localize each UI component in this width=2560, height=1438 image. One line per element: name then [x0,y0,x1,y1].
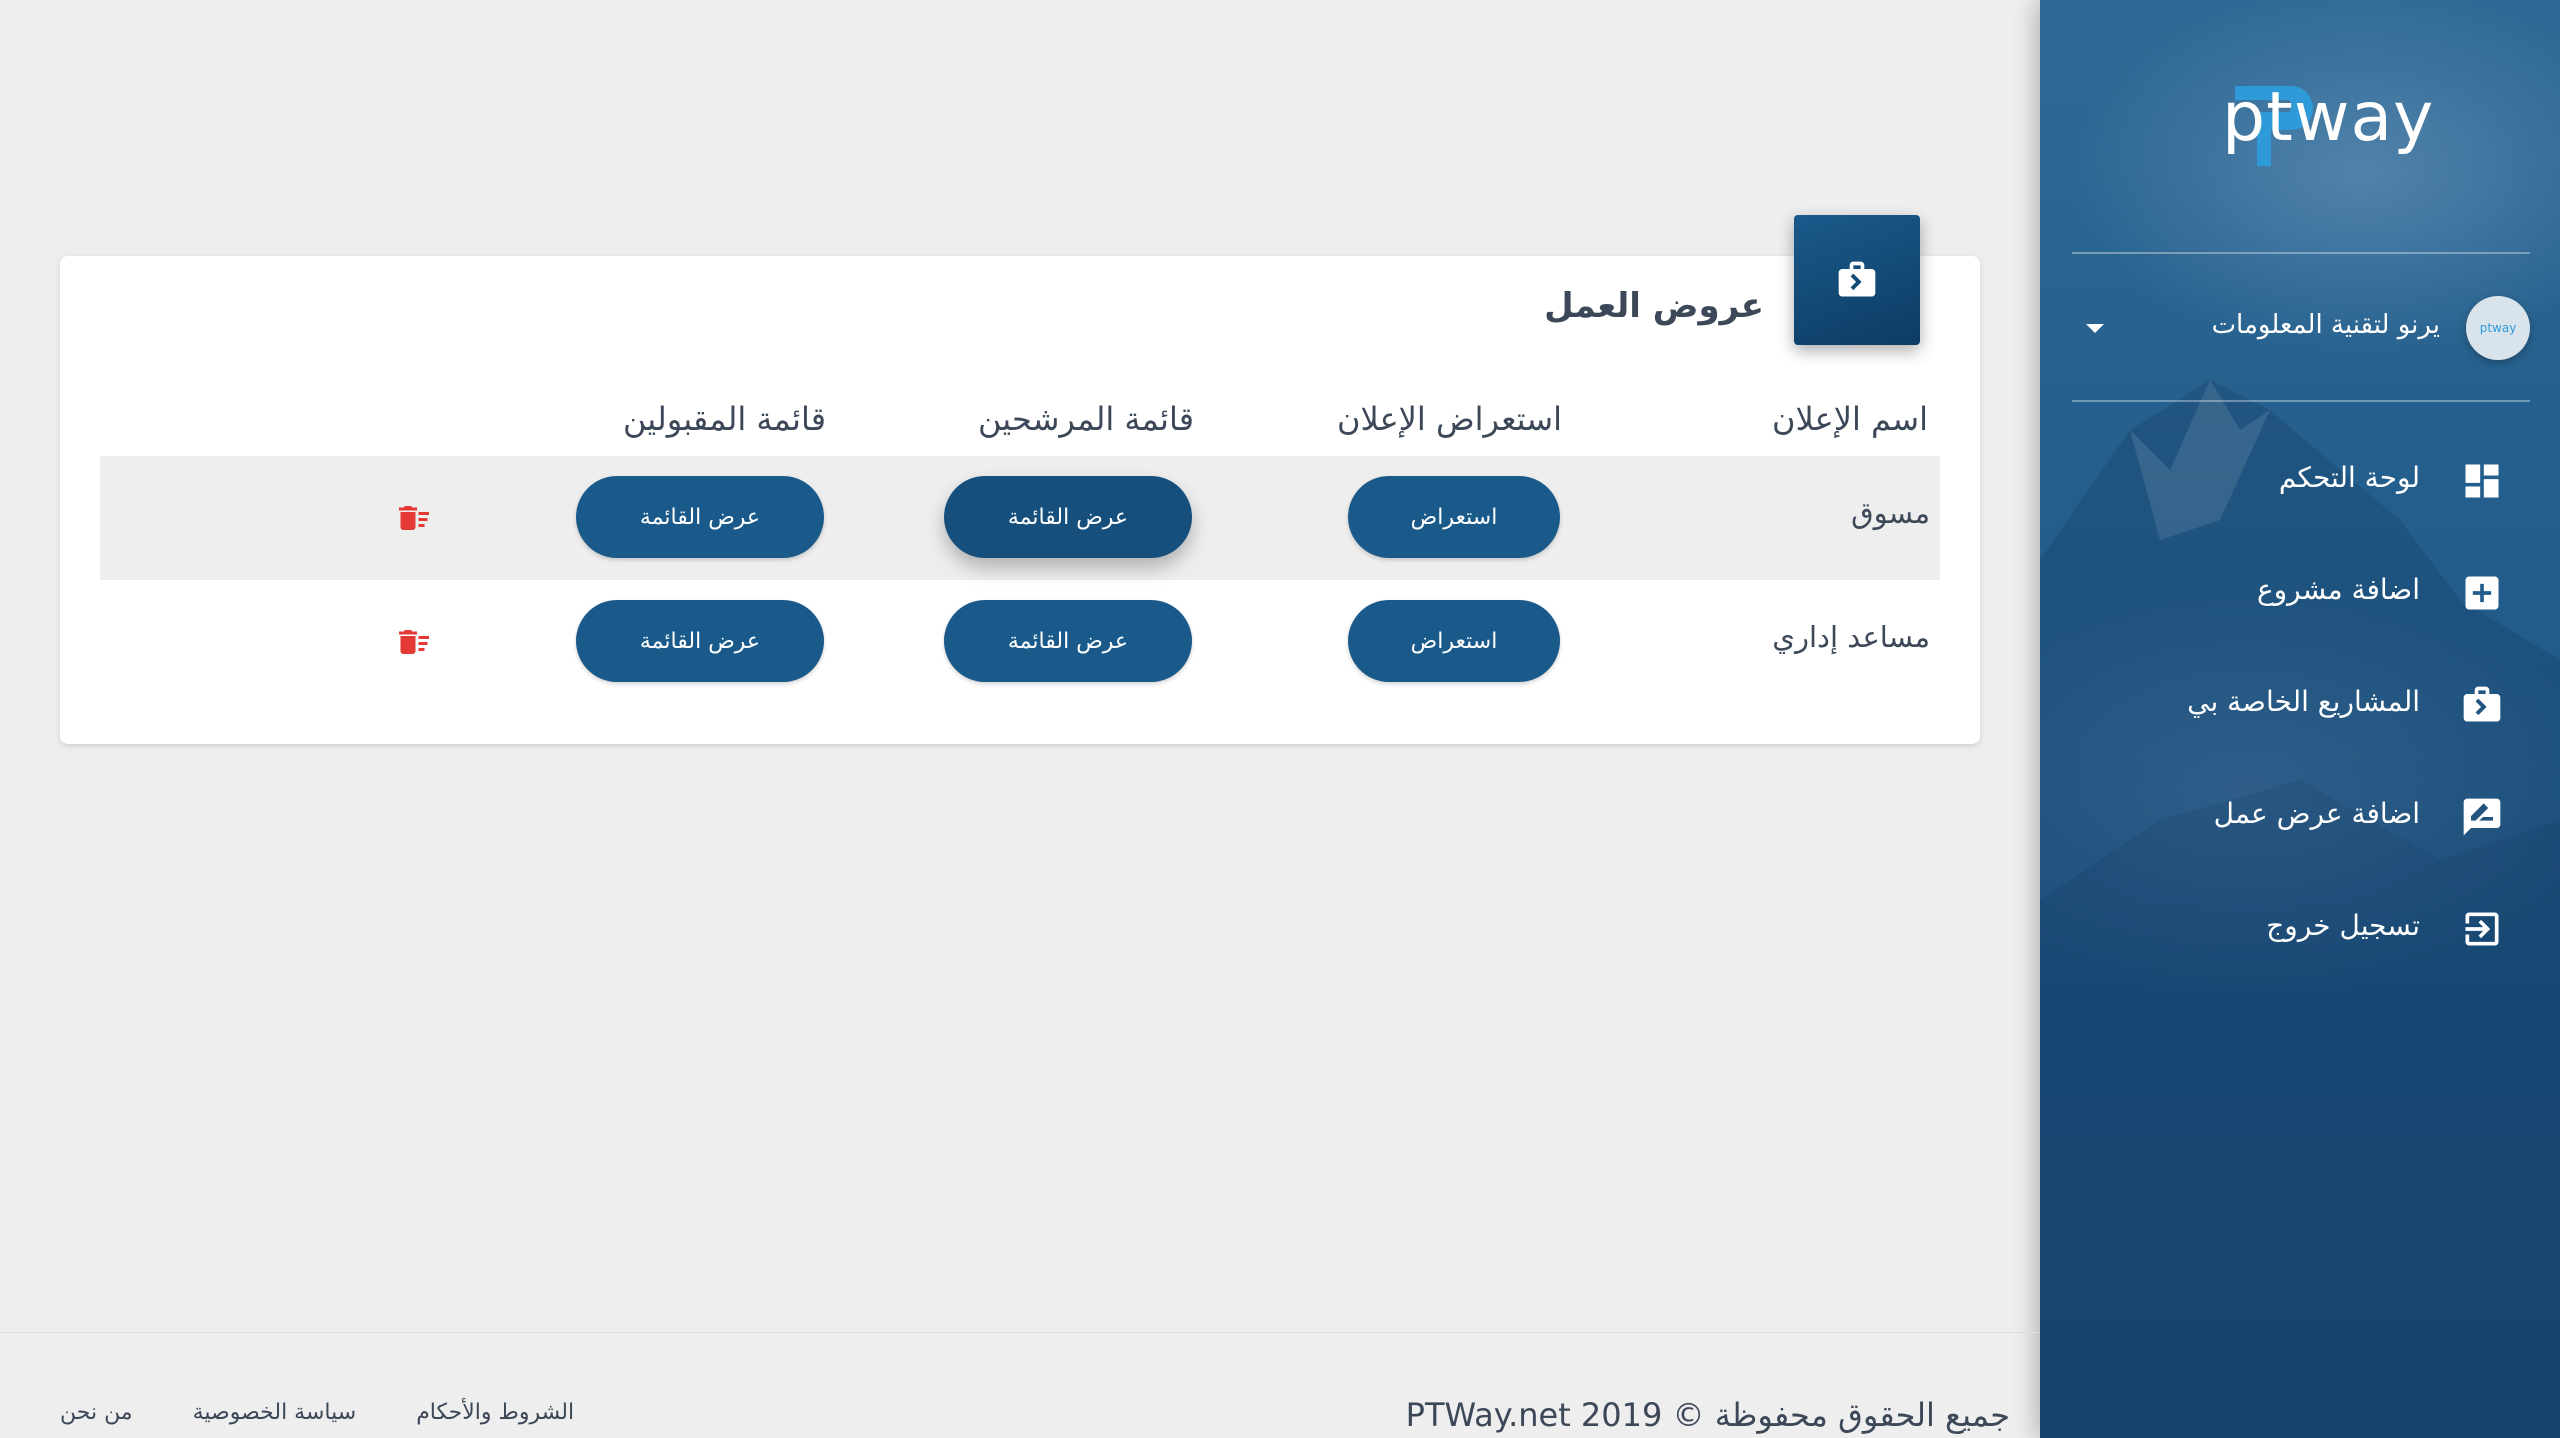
table-row: مسوق استعراض عرض القائمة عرض القائمة [100,456,1940,580]
accepted-list-button[interactable]: عرض القائمة [576,476,824,558]
candidates-list-button[interactable]: عرض القائمة [944,600,1192,682]
sidebar-item-label: اضافة مشروع [2256,573,2420,606]
footer-divider [0,1332,2040,1333]
caret-down-icon[interactable] [2086,324,2104,333]
footer-link-about[interactable]: من نحن [60,1400,133,1425]
sidebar: ptway ptway يرنو لتقنية المعلومات لوحة ا… [2040,0,2560,1438]
job-title: مسوق [1851,496,1930,530]
footer-link-privacy[interactable]: سياسة الخصوصية [193,1400,357,1425]
edit-note-icon [2463,798,2501,836]
delete-sweep-icon[interactable] [396,500,432,536]
sidebar-item-dashboard[interactable]: لوحة التحكم [2040,445,2560,557]
table-row: مساعد إداري استعراض عرض القائمة عرض القا… [100,580,1940,704]
column-header-accepted: قائمة المقبولين [622,400,826,438]
footer-links: من نحن سياسة الخصوصية الشروط والأحكام [60,1400,574,1425]
sidebar-item-label: تسجيل خروج [2266,909,2420,942]
sidebar-divider [2072,400,2530,402]
sidebar-item-label: المشاريع الخاصة بي [2187,685,2420,718]
sidebar-nav: لوحة التحكم اضافة مشروع المشاريع الخاصة … [2040,445,2560,1005]
brand-name: ptway [2222,78,2435,157]
add-box-icon [2465,576,2499,610]
column-header-name: اسم الإعلان [1772,400,1928,438]
avatar-text: ptway [2479,321,2517,335]
logout-icon [2465,912,2499,946]
card-title: عروض العمل [1544,286,1764,326]
copyright-text: جميع الحقوق محفوظة © PTWay.net 2019 [1405,1396,2010,1434]
delete-sweep-icon[interactable] [396,624,432,660]
user-menu[interactable]: ptway يرنو لتقنية المعلومات [2072,296,2530,366]
job-title: مساعد إداري [1772,620,1930,654]
sidebar-divider [2072,252,2530,254]
sidebar-item-logout[interactable]: تسجيل خروج [2040,893,2560,1005]
candidates-list-button[interactable]: عرض القائمة [944,476,1192,558]
card-header-badge [1794,215,1920,345]
column-header-candidates: قائمة المرشحين [977,400,1194,438]
column-header-preview: استعراض الإعلان [1336,400,1562,438]
preview-button[interactable]: استعراض [1348,600,1560,682]
user-name: يرنو لتقنية المعلومات [2211,310,2440,340]
briefcase-icon [1838,261,1876,297]
sidebar-item-label: لوحة التحكم [2278,461,2420,494]
preview-button[interactable]: استعراض [1348,476,1560,558]
sidebar-item-label: اضافة عرض عمل [2213,797,2420,830]
avatar: ptway [2466,296,2530,360]
dashboard-icon [2465,464,2499,498]
footer-link-terms[interactable]: الشروط والأحكام [416,1400,574,1425]
sidebar-item-my-projects[interactable]: المشاريع الخاصة بي [2040,669,2560,781]
accepted-list-button[interactable]: عرض القائمة [576,600,824,682]
sidebar-item-add-job-offer[interactable]: اضافة عرض عمل [2040,781,2560,893]
briefcase-icon [2463,686,2501,722]
sidebar-item-add-project[interactable]: اضافة مشروع [2040,557,2560,669]
